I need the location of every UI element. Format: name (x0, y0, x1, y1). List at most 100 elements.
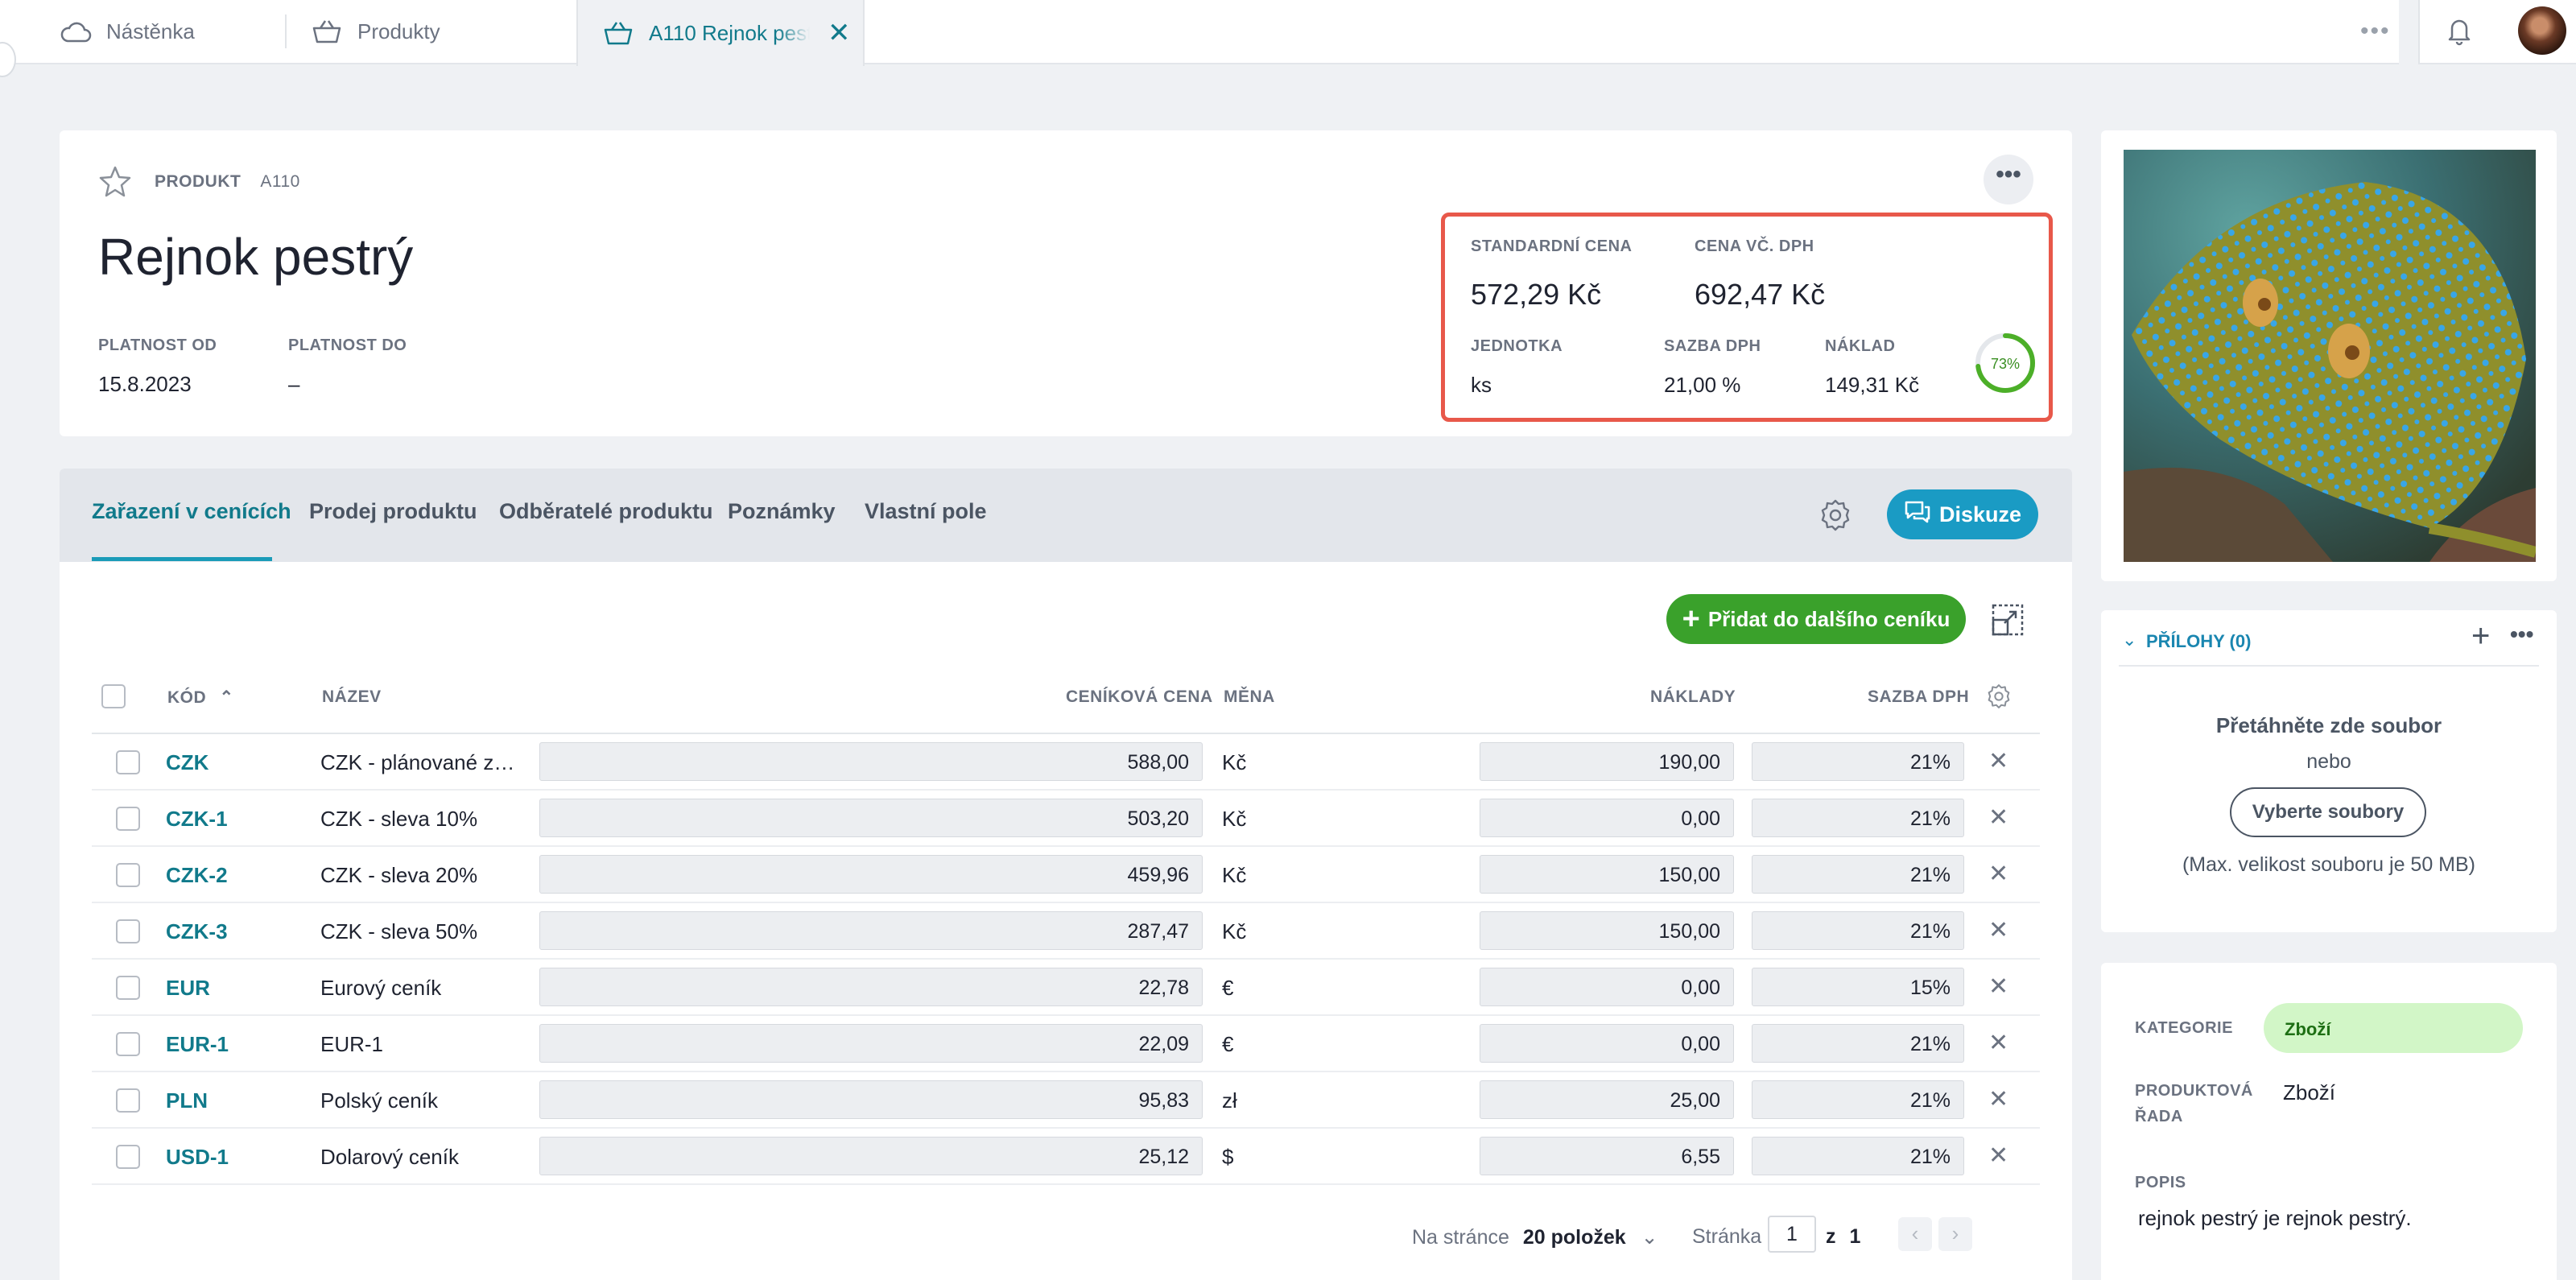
row-code[interactable]: CZK-1 (166, 807, 228, 832)
chevron-down-icon[interactable]: ⌄ (2122, 630, 2136, 650)
tab-products[interactable]: Produkty (311, 0, 440, 63)
total-pages: 1 (1849, 1225, 1861, 1248)
row-code[interactable]: CZK-2 (166, 863, 228, 888)
remove-icon[interactable]: ✕ (1988, 803, 2008, 832)
remove-icon[interactable]: ✕ (1988, 972, 2008, 1001)
category-badge[interactable]: Zboží (2264, 1003, 2523, 1053)
row-price-input[interactable]: 22,78 (539, 968, 1203, 1006)
row-price-input[interactable]: 588,00 (539, 742, 1203, 781)
row-code[interactable]: USD-1 (166, 1145, 229, 1170)
table-row: CZK-1 CZK - sleva 10% 503,20 Kč 0,00 21%… (92, 791, 2040, 847)
page-title: Rejnok pestrý (98, 228, 414, 286)
remove-icon[interactable]: ✕ (1988, 1085, 2008, 1113)
gear-icon[interactable] (1985, 683, 2013, 714)
col-vat[interactable]: SAZBA DPH (1868, 687, 1969, 707)
plus-icon[interactable]: + (2471, 618, 2490, 654)
add-to-pricelist-button[interactable]: + Přidat do dalšího ceníku (1666, 594, 1966, 644)
remove-icon[interactable]: ✕ (1988, 916, 2008, 944)
tab-dashboard[interactable]: Nástěnka (60, 0, 195, 63)
row-code[interactable]: EUR (166, 976, 210, 1001)
table-row: CZK-3 CZK - sleva 50% 287,47 Kč 150,00 2… (92, 903, 2040, 960)
remove-icon[interactable]: ✕ (1988, 747, 2008, 775)
row-vat-input[interactable]: 21% (1752, 799, 1964, 837)
row-checkbox[interactable] (116, 1032, 140, 1056)
more-icon[interactable]: ••• (2360, 18, 2391, 45)
cost-label: NÁKLAD (1825, 337, 1896, 355)
row-code[interactable]: PLN (166, 1088, 208, 1113)
tab-customers[interactable]: Odběratelé produktu (499, 499, 713, 524)
row-checkbox[interactable] (116, 976, 140, 1000)
file-size-limit: (Max. velikost souboru je 50 MB) (2182, 853, 2476, 876)
tab-notes[interactable]: Poznámky (728, 499, 836, 524)
row-vat-input[interactable]: 21% (1752, 911, 1964, 950)
gear-icon[interactable] (1818, 498, 1853, 537)
row-cost-input[interactable]: 6,55 (1480, 1137, 1734, 1175)
row-cost-input[interactable]: 0,00 (1480, 799, 1734, 837)
row-price-input[interactable]: 459,96 (539, 855, 1203, 894)
close-icon[interactable]: ✕ (828, 17, 851, 49)
row-cost-input[interactable]: 25,00 (1480, 1080, 1734, 1119)
row-code[interactable]: CZK-3 (166, 919, 228, 944)
row-price-input[interactable]: 25,12 (539, 1137, 1203, 1175)
select-files-button[interactable]: Vyberte soubory (2230, 787, 2426, 837)
remove-icon[interactable]: ✕ (1988, 1029, 2008, 1057)
star-icon[interactable] (98, 164, 132, 202)
discussion-button[interactable]: Diskuze (1887, 489, 2038, 539)
per-page-selector[interactable]: Na stránce 20 položek ⌄ (1412, 1225, 1658, 1249)
row-checkbox[interactable] (116, 919, 140, 943)
row-vat-input[interactable]: 15% (1752, 968, 1964, 1006)
select-all-checkbox[interactable] (101, 684, 126, 708)
avatar[interactable] (2518, 6, 2566, 55)
remove-icon[interactable]: ✕ (1988, 1142, 2008, 1170)
page-input[interactable]: 1 (1768, 1216, 1816, 1253)
row-checkbox[interactable] (116, 863, 140, 887)
row-code[interactable]: EUR-1 (166, 1032, 229, 1057)
bell-icon[interactable] (2444, 14, 2475, 51)
row-vat-input[interactable]: 21% (1752, 1080, 1964, 1119)
row-cost-input[interactable]: 150,00 (1480, 855, 1734, 894)
row-checkbox[interactable] (116, 750, 140, 774)
row-price-input[interactable]: 287,47 (539, 911, 1203, 950)
tab-sales[interactable]: Prodej produktu (309, 499, 477, 524)
row-price-input[interactable]: 503,20 (539, 799, 1203, 837)
row-cost-input[interactable]: 190,00 (1480, 742, 1734, 781)
more-icon[interactable]: ••• (2510, 621, 2533, 647)
tab-custom-fields[interactable]: Vlastní pole (865, 499, 987, 524)
row-price-input[interactable]: 95,83 (539, 1080, 1203, 1119)
expand-icon[interactable] (1992, 604, 2024, 640)
basket-icon (602, 17, 634, 49)
row-cost-input[interactable]: 0,00 (1480, 968, 1734, 1006)
next-page-button[interactable]: › (1938, 1217, 1972, 1251)
remove-icon[interactable]: ✕ (1988, 860, 2008, 888)
col-code[interactable]: KÓD ⌃ (167, 687, 234, 708)
row-vat-input[interactable]: 21% (1752, 1137, 1964, 1175)
prev-page-button[interactable]: ‹ (1898, 1217, 1932, 1251)
col-currency[interactable]: MĚNA (1224, 687, 1275, 707)
tab-pricelists[interactable]: Zařazení v cenících (92, 499, 291, 524)
row-checkbox[interactable] (116, 807, 140, 831)
row-code[interactable]: CZK (166, 750, 208, 775)
row-cost-input[interactable]: 150,00 (1480, 911, 1734, 950)
drop-zone-text: Přetáhněte zde soubor (2215, 713, 2442, 737)
price-with-vat-label: CENA VČ. DPH (1695, 237, 1814, 255)
more-icon[interactable]: ••• (1984, 155, 2033, 204)
product-image[interactable] (2124, 150, 2536, 562)
row-vat-input[interactable]: 21% (1752, 1024, 1964, 1063)
row-vat-input[interactable]: 21% (1752, 855, 1964, 894)
pricelist-card: Zařazení v cenících Prodej produktu Odbě… (60, 469, 2072, 1280)
or-text: nebo (2306, 750, 2351, 773)
col-price[interactable]: CENÍKOVÁ CENA (1066, 687, 1213, 707)
col-cost[interactable]: NÁKLADY (1650, 687, 1736, 707)
row-checkbox[interactable] (116, 1088, 140, 1113)
row-price-input[interactable]: 22,09 (539, 1024, 1203, 1063)
category-label: KATEGORIE (2135, 1019, 2233, 1037)
col-name[interactable]: NÁZEV (322, 687, 382, 707)
tab-product-detail[interactable]: A110 Rejnok pestrý ✕ (576, 0, 865, 66)
attachments-title[interactable]: PŘÍLOHY (0) (2146, 631, 2251, 652)
basket-icon (311, 15, 343, 47)
row-checkbox[interactable] (116, 1145, 140, 1169)
row-vat-input[interactable]: 21% (1752, 742, 1964, 781)
row-cost-input[interactable]: 0,00 (1480, 1024, 1734, 1063)
row-currency: Kč (1222, 750, 1247, 774)
row-currency: Kč (1222, 807, 1247, 831)
